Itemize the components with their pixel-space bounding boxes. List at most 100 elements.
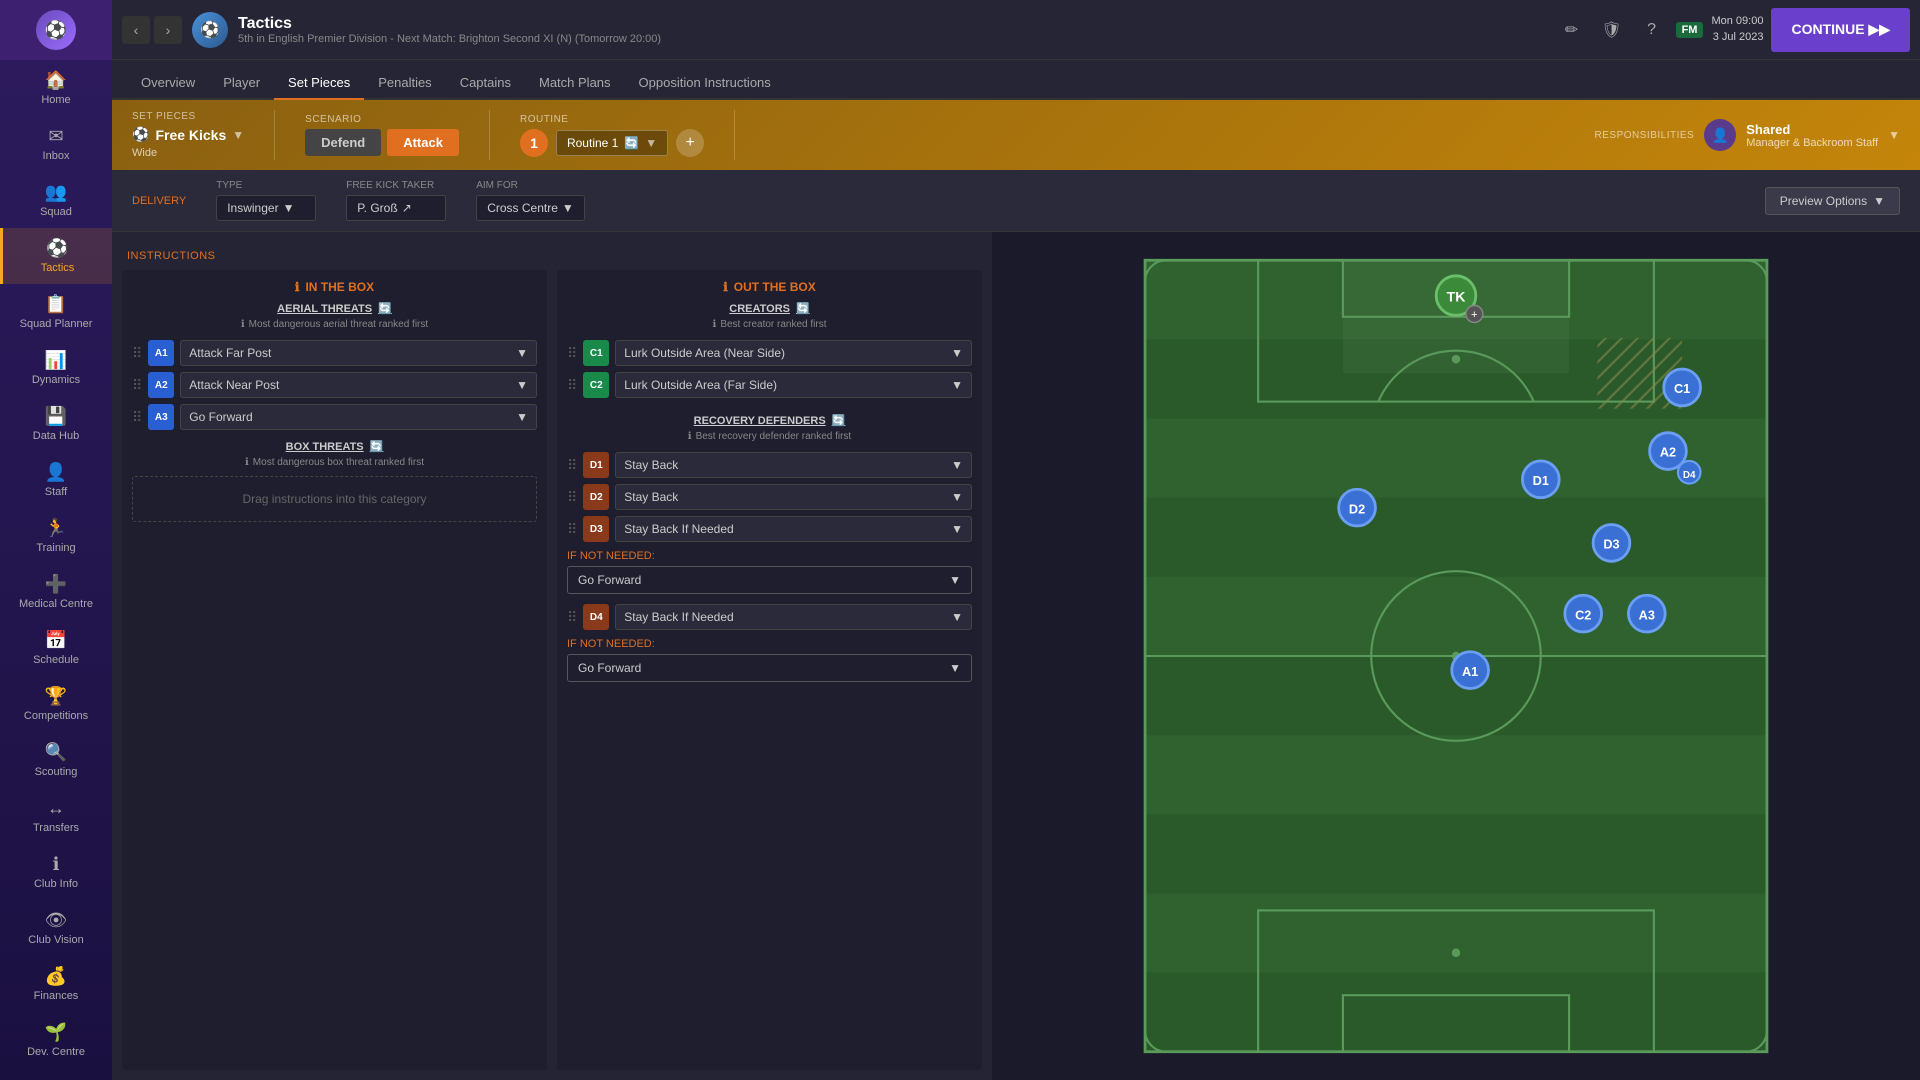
d1-chevron: ▼: [951, 458, 963, 472]
sidebar-item-label: Club Vision: [28, 934, 83, 946]
if-not-label-1: IF NOT NEEDED:: [567, 550, 972, 562]
edit-button[interactable]: ✏: [1556, 14, 1588, 46]
delivery-fields: DELIVERY TYPE Inswinger ▼ FREE KICK TAKE…: [132, 180, 585, 221]
nav-back-button[interactable]: ‹: [122, 16, 150, 44]
taker-label: FREE KICK TAKER: [346, 180, 446, 191]
d2-selector[interactable]: Stay Back ▼: [615, 484, 972, 510]
drag-handle-d4[interactable]: ⠿: [567, 609, 577, 626]
d4-selector[interactable]: Stay Back If Needed ▼: [615, 604, 972, 630]
sidebar: ⚽ 🏠 Home ✉ Inbox 👥 Squad ⚽ Tactics 📋 Squ…: [0, 0, 112, 1080]
tab-penalties[interactable]: Penalties: [364, 67, 445, 100]
tab-match-plans[interactable]: Match Plans: [525, 67, 625, 100]
routine-number: 1: [520, 129, 548, 157]
tactics-icon: ⚽: [46, 238, 68, 259]
aim-selector[interactable]: Cross Centre ▼: [476, 195, 585, 221]
drag-handle-c2[interactable]: ⠿: [567, 377, 577, 394]
sidebar-item-finances[interactable]: 💰 Finances: [0, 956, 112, 1012]
tab-overview[interactable]: Overview: [127, 67, 209, 100]
if-not-label-2: IF NOT NEEDED:: [567, 638, 972, 650]
nav-arrows: ‹ ›: [122, 16, 182, 44]
drag-handle-a1[interactable]: ⠿: [132, 345, 142, 362]
drag-handle-d1[interactable]: ⠿: [567, 457, 577, 474]
help-shield-button[interactable]: 🛡: [1596, 14, 1628, 46]
shared-sub: Manager & Backroom Staff: [1746, 137, 1878, 149]
creators-hint: ℹ Best creator ranked first: [567, 319, 972, 330]
sidebar-item-squad-planner[interactable]: 📋 Squad Planner: [0, 284, 112, 340]
main-content: ‹ › ⚽ Tactics 5th in English Premier Div…: [112, 0, 1920, 1080]
tab-player[interactable]: Player: [209, 67, 274, 100]
type-selector[interactable]: Inswinger ▼: [216, 195, 316, 221]
info-icon-recovery: ℹ: [688, 431, 692, 442]
subnav: Overview Player Set Pieces Penalties Cap…: [112, 60, 1920, 100]
recovery-subheader: RECOVERY DEFENDERS 🔄: [567, 414, 972, 427]
drag-handle-a2[interactable]: ⠿: [132, 377, 142, 394]
if-not-needed-1: IF NOT NEEDED: Go Forward ▼: [567, 550, 972, 594]
c2-chevron: ▼: [951, 378, 963, 392]
badge-d4: D4: [583, 604, 609, 630]
columns-container: ℹ IN THE BOX AERIAL THREATS 🔄 ℹ Most dan…: [122, 270, 982, 1070]
set-pieces-type-section: SET PIECES ⚽ Free Kicks ▼ Wide: [132, 111, 244, 159]
preview-options-button[interactable]: Preview Options ▼: [1765, 187, 1900, 215]
sidebar-item-tactics[interactable]: ⚽ Tactics: [0, 228, 112, 284]
in-the-box-label: IN THE BOX: [305, 280, 374, 294]
if-not-chevron-2: ▼: [949, 661, 961, 675]
responsibilities-chevron[interactable]: ▼: [1888, 128, 1900, 142]
a3-value: Go Forward: [189, 410, 252, 424]
logo-icon: ⚽: [36, 10, 76, 50]
taker-selector[interactable]: P. Groß ↗: [346, 195, 446, 221]
creators-hint-text: Best creator ranked first: [720, 319, 826, 330]
box-threats-hint: ℹ Most dangerous box threat ranked first: [132, 457, 537, 468]
lower-area: INSTRUCTIONS ℹ IN THE BOX AERIAL THREATS…: [112, 232, 1920, 1080]
sidebar-item-squad[interactable]: 👥 Squad: [0, 172, 112, 228]
sidebar-item-competitions[interactable]: 🏆 Competitions: [0, 676, 112, 732]
a1-selector[interactable]: Attack Far Post ▼: [180, 340, 537, 366]
free-kicks-chevron[interactable]: ▼: [232, 128, 244, 142]
d3-selector[interactable]: Stay Back If Needed ▼: [615, 516, 972, 542]
help-button[interactable]: ?: [1636, 14, 1668, 46]
recovery-row-d4: ⠿ D4 Stay Back If Needed ▼: [567, 604, 972, 630]
attack-button[interactable]: Attack: [387, 129, 459, 156]
tab-set-pieces[interactable]: Set Pieces: [274, 67, 364, 100]
topbar-actions: ✏ 🛡 ? FM Mon 09:00 3 Jul 2023 CONTINUE ▶…: [1556, 8, 1910, 52]
sidebar-item-home[interactable]: 🏠 Home: [0, 60, 112, 116]
c1-selector[interactable]: Lurk Outside Area (Near Side) ▼: [615, 340, 972, 366]
sidebar-item-club-vision[interactable]: 👁 Club Vision: [0, 900, 112, 956]
drag-handle-c1[interactable]: ⠿: [567, 345, 577, 362]
sidebar-item-scouting[interactable]: 🔍 Scouting: [0, 732, 112, 788]
svg-text:A3: A3: [1639, 607, 1655, 622]
continue-button[interactable]: CONTINUE ▶▶: [1771, 8, 1910, 52]
sidebar-item-data-hub[interactable]: 💾 Data Hub: [0, 396, 112, 452]
nav-forward-button[interactable]: ›: [154, 16, 182, 44]
pitch-svg: TK D1 D2 D3 C1 C2: [992, 232, 1920, 1080]
if-not-selector-2[interactable]: Go Forward ▼: [567, 654, 972, 682]
defend-button[interactable]: Defend: [305, 129, 381, 156]
sidebar-item-staff[interactable]: 👤 Staff: [0, 452, 112, 508]
a2-selector[interactable]: Attack Near Post ▼: [180, 372, 537, 398]
sidebar-item-dev-centre[interactable]: 🌱 Dev. Centre: [0, 1012, 112, 1068]
d1-selector[interactable]: Stay Back ▼: [615, 452, 972, 478]
a3-selector[interactable]: Go Forward ▼: [180, 404, 537, 430]
out-the-box-header: ℹ OUT THE BOX: [567, 280, 972, 294]
tab-opposition[interactable]: Opposition Instructions: [625, 67, 785, 100]
c2-selector[interactable]: Lurk Outside Area (Far Side) ▼: [615, 372, 972, 398]
sidebar-item-transfers[interactable]: ↔ Transfers: [0, 788, 112, 844]
a1-chevron: ▼: [516, 346, 528, 360]
recovery-row-d2: ⠿ D2 Stay Back ▼: [567, 484, 972, 510]
sidebar-item-club-info[interactable]: ℹ Club Info: [0, 844, 112, 900]
if-not-needed-2: IF NOT NEEDED: Go Forward ▼: [567, 638, 972, 682]
sidebar-item-medical[interactable]: ➕ Medical Centre: [0, 564, 112, 620]
if-not-value-2: Go Forward: [578, 661, 641, 675]
add-routine-button[interactable]: +: [676, 129, 704, 157]
sidebar-item-schedule[interactable]: 📅 Schedule: [0, 620, 112, 676]
tab-captains[interactable]: Captains: [446, 67, 525, 100]
out-the-box-column: ℹ OUT THE BOX CREATORS 🔄 ℹ Best creator …: [557, 270, 982, 1070]
drag-handle-d2[interactable]: ⠿: [567, 489, 577, 506]
sidebar-item-inbox[interactable]: ✉ Inbox: [0, 116, 112, 172]
aerial-row-a3: ⠿ A3 Go Forward ▼: [132, 404, 537, 430]
if-not-selector-1[interactable]: Go Forward ▼: [567, 566, 972, 594]
drag-handle-d3[interactable]: ⠿: [567, 521, 577, 538]
sidebar-item-training[interactable]: 🏃 Training: [0, 508, 112, 564]
drag-handle-a3[interactable]: ⠿: [132, 409, 142, 426]
routine-selector[interactable]: Routine 1 🔄 ▼: [556, 130, 668, 156]
sidebar-item-dynamics[interactable]: 📊 Dynamics: [0, 340, 112, 396]
